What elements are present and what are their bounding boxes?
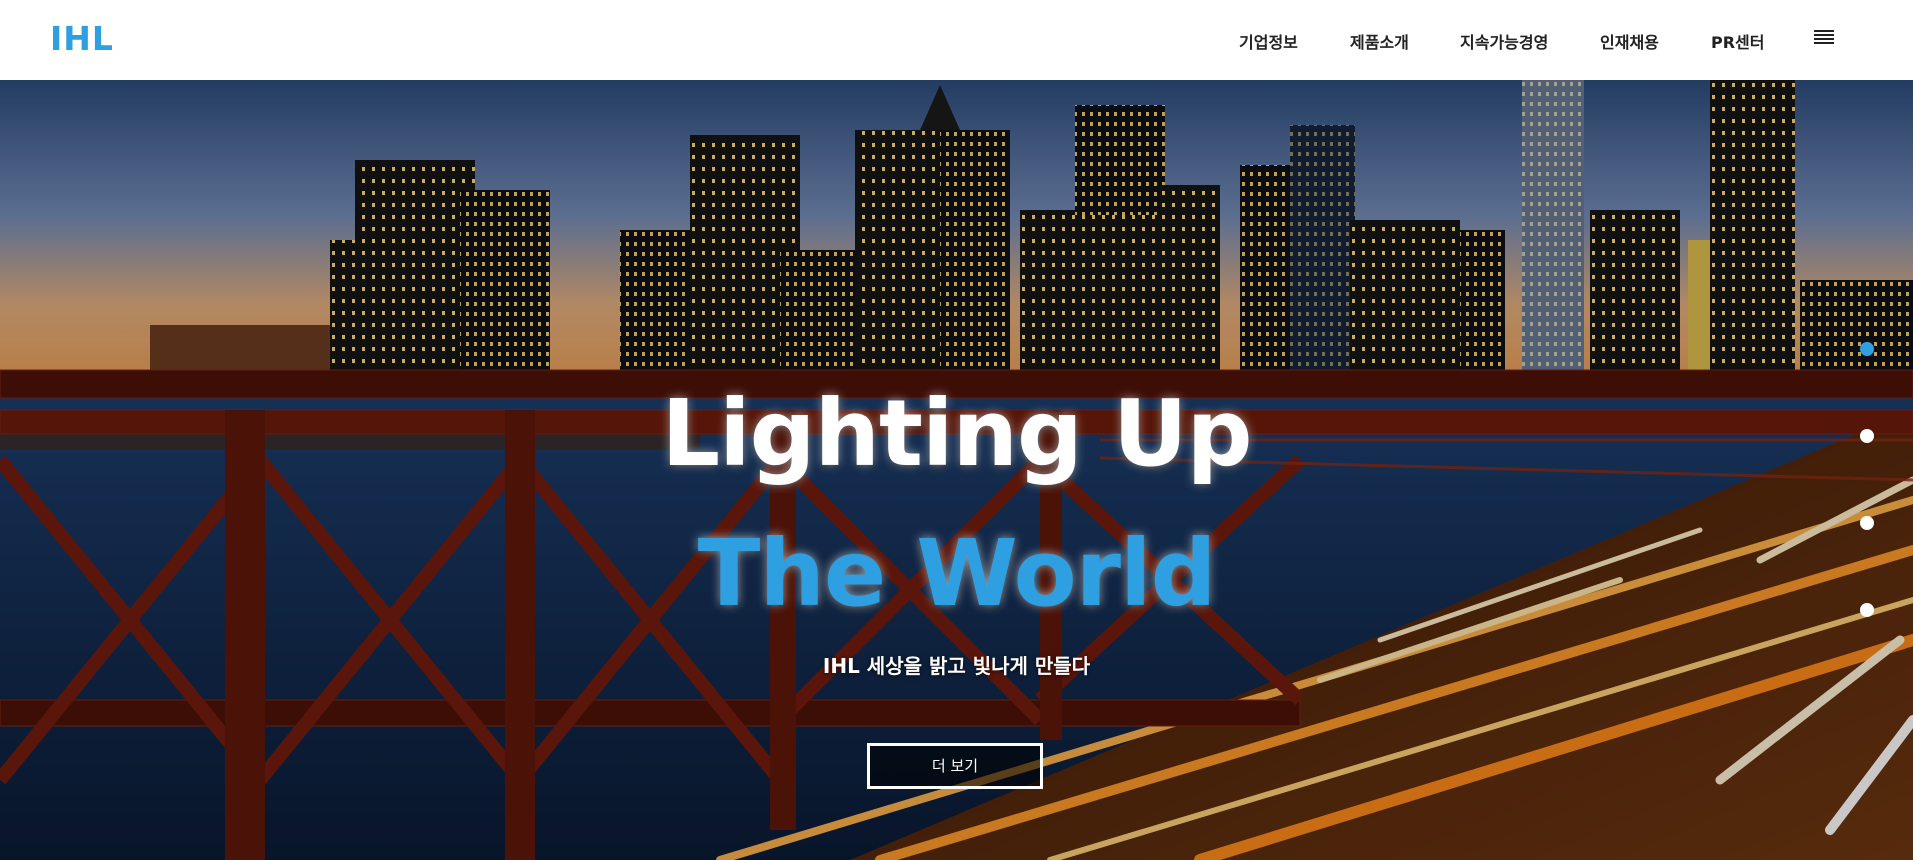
slide-dot-2[interactable]: [1860, 429, 1874, 443]
hero-title-line-1: Lighting Up: [661, 380, 1253, 487]
more-button[interactable]: 더 보기: [867, 743, 1043, 789]
nav-item-pr-center[interactable]: PR센터: [1711, 29, 1765, 53]
hero-slider: Lighting Up The World IHL 세상을 밝고 빛나게 만들다…: [0, 80, 1913, 860]
hamburger-menu-icon[interactable]: [1814, 30, 1834, 50]
nav-item-company-info[interactable]: 기업정보: [1239, 29, 1298, 53]
slide-dot-1[interactable]: [1860, 342, 1874, 356]
main-nav: 기업정보 제품소개 지속가능경영 인재채용 PR센터: [0, 0, 1913, 80]
slide-dot-3[interactable]: [1860, 516, 1874, 530]
hero-subtitle: IHL 세상을 밝고 빛나게 만들다: [822, 654, 1091, 678]
nav-item-products[interactable]: 제품소개: [1350, 29, 1409, 53]
hero-title-line-2: The World: [697, 520, 1217, 627]
nav-item-sustainability[interactable]: 지속가능경영: [1460, 29, 1548, 53]
nav-item-careers[interactable]: 인재채용: [1600, 29, 1659, 53]
site-header: IHL 기업정보 제품소개 지속가능경영 인재채용 PR센터: [0, 0, 1913, 80]
slide-dot-4[interactable]: [1860, 603, 1874, 617]
